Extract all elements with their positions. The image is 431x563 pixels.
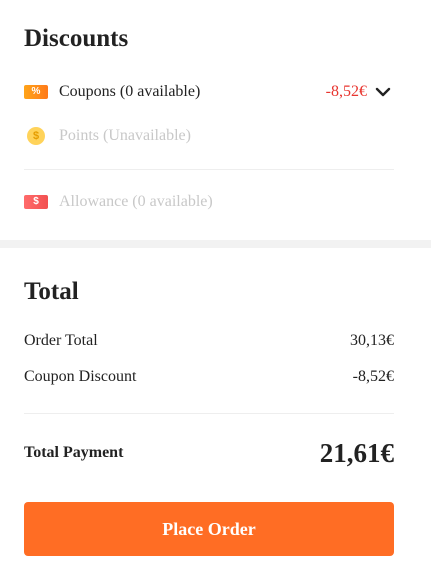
points-label: Points (Unavailable) <box>59 127 191 144</box>
allowance-label: Allowance (0 available) <box>59 193 213 210</box>
coupon-discount-row: Coupon Discount -8,52€ <box>24 366 394 388</box>
discounts-divider <box>24 169 394 170</box>
coupon-discount-label: Coupon Discount <box>24 368 137 385</box>
points-coin-icon: $ <box>27 127 45 145</box>
coupon-tag-icon: % <box>24 85 48 99</box>
order-total-row: Order Total 30,13€ <box>24 330 394 352</box>
place-order-button[interactable]: Place Order <box>24 502 394 556</box>
coupons-row[interactable]: % Coupons (0 available) -8,52€ <box>24 80 393 104</box>
coupon-discount-value: -8,52€ <box>325 83 367 100</box>
points-row: $ Points (Unavailable) <box>24 124 393 148</box>
coupon-discount-total-value: -8,52€ <box>352 368 394 385</box>
chevron-down-icon[interactable] <box>373 82 393 102</box>
discounts-title: Discounts <box>24 25 129 52</box>
coupons-label: Coupons (0 available) <box>59 83 201 100</box>
allowance-tag-icon: $ <box>24 195 48 209</box>
total-title: Total <box>24 278 79 305</box>
total-payment-value: 21,61€ <box>319 438 394 468</box>
order-total-label: Order Total <box>24 332 98 349</box>
allowance-row: $ Allowance (0 available) <box>24 190 393 214</box>
order-total-value: 30,13€ <box>350 332 394 349</box>
total-divider <box>24 413 394 414</box>
total-payment-label: Total Payment <box>24 444 124 461</box>
